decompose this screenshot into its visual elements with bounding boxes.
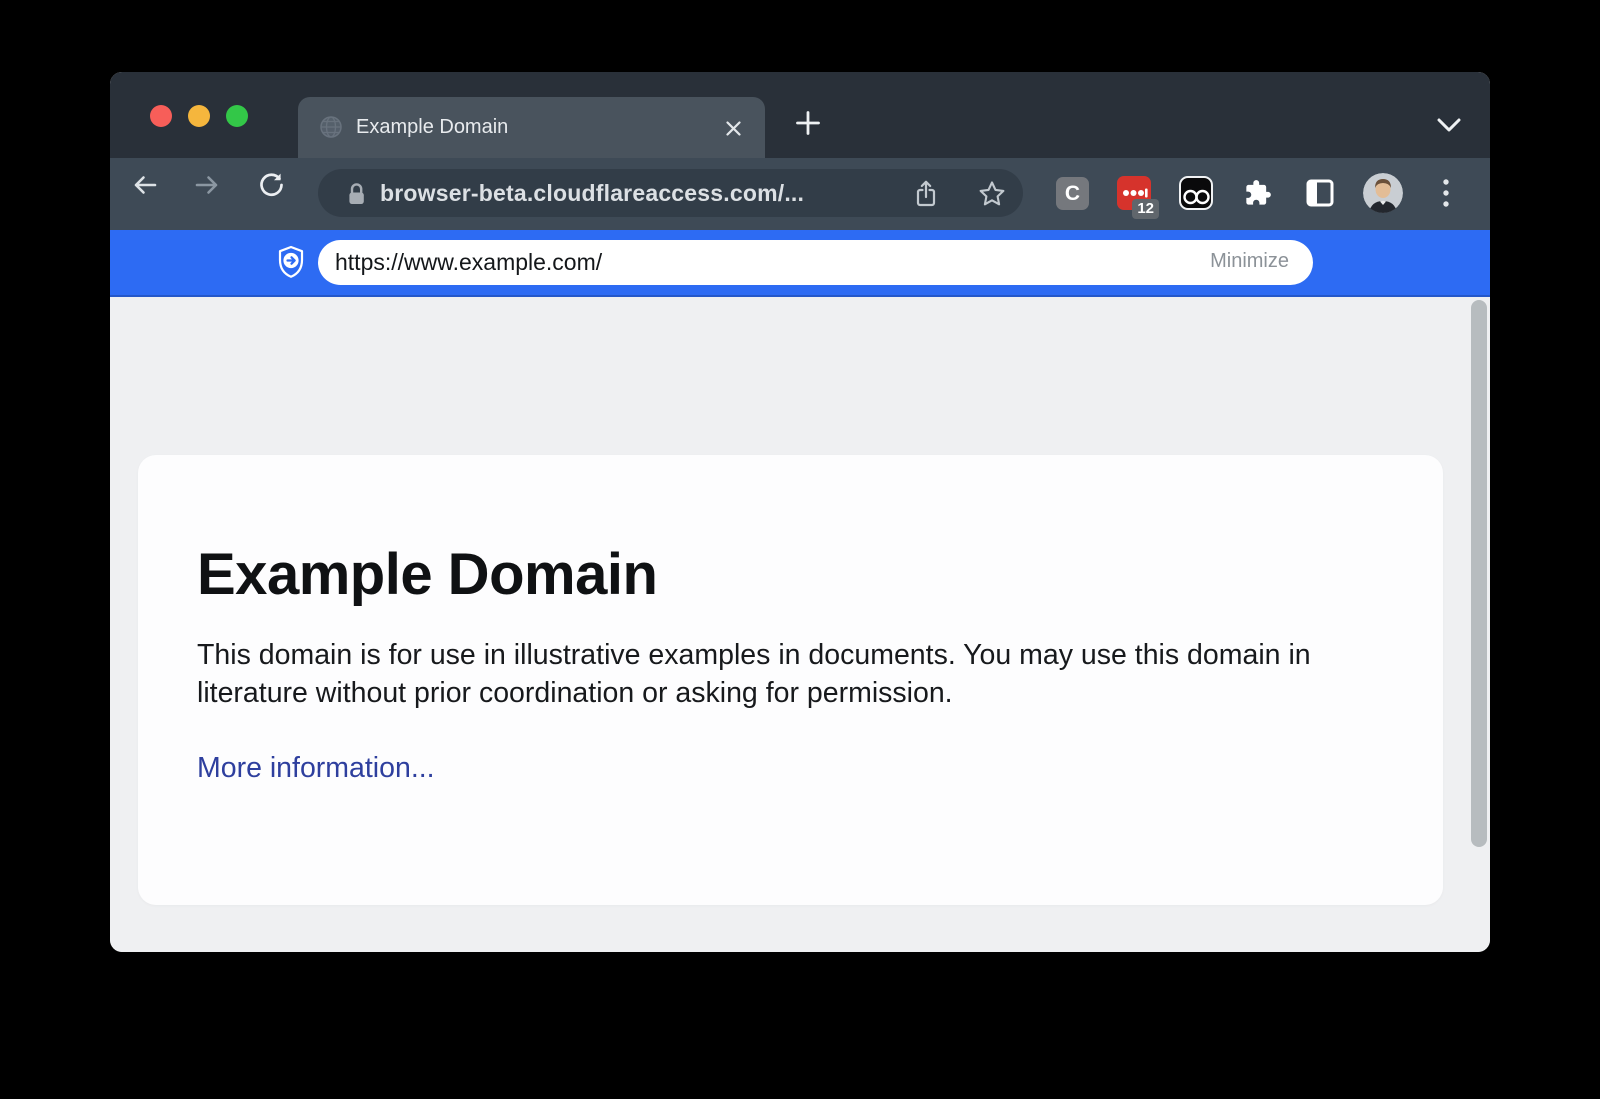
- forward-button[interactable]: [193, 171, 237, 215]
- back-arrow-icon: [131, 171, 159, 199]
- shield-arrow-icon: [277, 245, 305, 279]
- page-viewport: Example Domain This domain is for use in…: [110, 297, 1490, 952]
- back-button[interactable]: [131, 171, 175, 215]
- titlebar: Example Domain: [110, 72, 1490, 158]
- password-manager-badge: 12: [1132, 199, 1159, 219]
- side-panel-button[interactable]: [1306, 179, 1334, 207]
- share-icon[interactable]: [910, 178, 942, 210]
- plus-icon: [795, 110, 821, 136]
- tab-search-chevron-button[interactable]: [1432, 114, 1466, 136]
- globe-favicon-icon: [319, 115, 343, 139]
- extension-c-label: C: [1065, 182, 1080, 206]
- kebab-menu-icon: [1442, 177, 1450, 209]
- lock-icon[interactable]: [346, 181, 367, 212]
- vertical-scrollbar-thumb[interactable]: [1471, 300, 1487, 847]
- reload-icon: [257, 171, 285, 199]
- remote-url-text: https://www.example.com/: [335, 249, 602, 276]
- two-circles-extension-icon[interactable]: [1179, 176, 1213, 210]
- profile-avatar[interactable]: [1363, 173, 1403, 213]
- omnibox-address-bar[interactable]: browser-beta.cloudflareaccess.com/...: [318, 169, 1023, 217]
- tab-close-icon[interactable]: [717, 112, 749, 144]
- extension-c-icon[interactable]: C: [1056, 177, 1089, 210]
- new-tab-button[interactable]: [784, 99, 832, 147]
- chevron-down-icon: [1436, 117, 1462, 133]
- remote-browser-access-bar: https://www.example.com/ Minimize: [110, 230, 1490, 297]
- remote-url-input[interactable]: https://www.example.com/ Minimize: [318, 240, 1313, 285]
- forward-arrow-icon: [193, 171, 221, 199]
- page-title: Example Domain: [197, 541, 1383, 608]
- close-window-button[interactable]: [150, 105, 172, 127]
- example-domain-card: Example Domain This domain is for use in…: [138, 455, 1443, 905]
- tab-title: Example Domain: [356, 116, 508, 139]
- puzzle-piece-icon: [1244, 179, 1272, 207]
- minimize-window-button[interactable]: [188, 105, 210, 127]
- tab-example-domain[interactable]: Example Domain: [298, 97, 765, 158]
- browser-window: Example Domain: [110, 72, 1490, 952]
- password-manager-extension-icon[interactable]: 12: [1117, 176, 1151, 210]
- reload-button[interactable]: [257, 171, 301, 215]
- fullscreen-window-button[interactable]: [226, 105, 248, 127]
- omnibox-url-text: browser-beta.cloudflareaccess.com/...: [380, 180, 804, 207]
- double-circle-icon: [1181, 178, 1211, 208]
- bookmark-star-icon[interactable]: [976, 178, 1008, 210]
- more-information-link[interactable]: More information...: [197, 752, 435, 785]
- side-panel-icon: [1306, 179, 1334, 207]
- browser-menu-button[interactable]: [1436, 176, 1456, 210]
- minimize-bar-button[interactable]: Minimize: [1210, 250, 1289, 273]
- page-paragraph: This domain is for use in illustrative e…: [197, 636, 1349, 712]
- extensions-menu-button[interactable]: [1243, 178, 1273, 208]
